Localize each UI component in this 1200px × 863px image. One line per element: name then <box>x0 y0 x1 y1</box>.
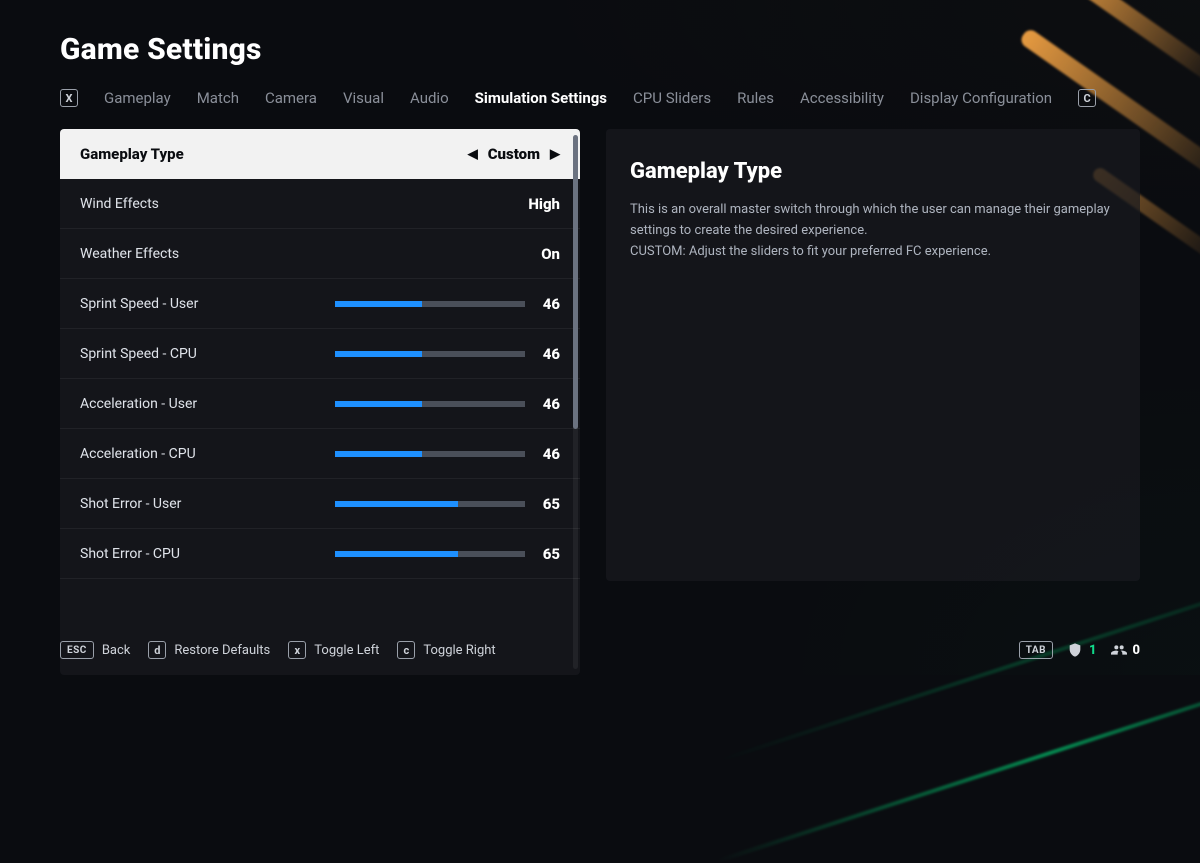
tab-rules[interactable]: Rules <box>737 89 774 107</box>
footer-tab-key[interactable]: TAB <box>1019 641 1053 659</box>
settings-scrollbar[interactable] <box>573 135 578 669</box>
slider-fill <box>335 351 422 357</box>
footer-hint-toggle-left[interactable]: x Toggle Left <box>288 641 379 659</box>
setting-label: Acceleration - CPU <box>80 446 196 462</box>
setting-value: ◀Custom▶ <box>468 145 560 163</box>
footer-hint-toggle-right[interactable]: c Toggle Right <box>397 641 495 659</box>
tab-audio[interactable]: Audio <box>410 89 449 107</box>
page-title: Game Settings <box>60 32 1140 67</box>
footer-hint-label: Restore Defaults <box>174 643 270 658</box>
setting-value: 65 <box>543 495 560 513</box>
slider-track[interactable] <box>335 401 525 407</box>
slider-fill <box>335 501 459 507</box>
setting-label: Wind Effects <box>80 196 159 212</box>
footer-hint-back[interactable]: ESC Back <box>60 641 130 659</box>
footer-hint-label: Toggle Right <box>423 643 495 658</box>
slider-track[interactable] <box>335 551 525 557</box>
slider-track[interactable] <box>335 351 525 357</box>
footer-bar: ESC Back d Restore Defaults x Toggle Left c Tog… <box>0 625 1200 675</box>
tab-simulation-settings[interactable]: Simulation Settings <box>475 89 607 107</box>
keycap: d <box>148 641 166 659</box>
footer-count-b: 0 <box>1133 643 1141 658</box>
keycap: c <box>397 641 415 659</box>
cycle-left-icon[interactable]: ◀ <box>468 147 478 162</box>
tabs-prev-key[interactable]: X <box>60 89 78 107</box>
setting-row-sprint-speed-cpu[interactable]: Sprint Speed - CPU 46 <box>60 329 580 379</box>
setting-label: Sprint Speed - CPU <box>80 346 197 362</box>
setting-row-shot-error-user[interactable]: Shot Error - User 65 <box>60 479 580 529</box>
setting-row-acceleration-user[interactable]: Acceleration - User 46 <box>60 379 580 429</box>
slider-fill <box>335 551 459 557</box>
tabs-next-key[interactable]: C <box>1078 89 1096 107</box>
tab-visual[interactable]: Visual <box>343 89 384 107</box>
setting-row-wind-effects[interactable]: Wind Effects High <box>60 179 580 229</box>
settings-panel: Gameplay Type ◀Custom▶ Wind Effects High Wea… <box>60 129 580 675</box>
setting-row-shot-error-cpu[interactable]: Shot Error - CPU 65 <box>60 529 580 579</box>
setting-label: Acceleration - User <box>80 396 197 412</box>
slider-track[interactable] <box>335 301 525 307</box>
slider-track[interactable] <box>335 451 525 457</box>
keycap: x <box>288 641 306 659</box>
setting-value: 65 <box>543 545 560 563</box>
setting-value: 46 <box>543 445 560 463</box>
setting-value: High <box>528 195 560 213</box>
setting-value: 46 <box>543 295 560 313</box>
setting-value: On <box>541 245 560 263</box>
setting-label: Shot Error - User <box>80 496 181 512</box>
keycap: ESC <box>60 641 94 659</box>
tab-camera[interactable]: Camera <box>265 89 317 107</box>
setting-value: 46 <box>543 395 560 413</box>
scrollbar-thumb[interactable] <box>573 135 578 429</box>
footer-hint-restore-defaults[interactable]: d Restore Defaults <box>148 641 270 659</box>
tab-display-configuration[interactable]: Display Configuration <box>910 89 1052 107</box>
setting-label: Gameplay Type <box>80 145 184 163</box>
footer-hint-label: Toggle Left <box>314 643 379 658</box>
tabs-bar: X Gameplay Match Camera Visual Audio Simulati… <box>60 89 1140 107</box>
detail-text-1: This is an overall master switch through… <box>630 200 1110 242</box>
cycle-right-icon[interactable]: ▶ <box>550 147 560 162</box>
setting-label: Weather Effects <box>80 246 179 262</box>
setting-row-acceleration-cpu[interactable]: Acceleration - CPU 46 <box>60 429 580 479</box>
setting-value: 46 <box>543 345 560 363</box>
setting-row-weather-effects[interactable]: Weather Effects On <box>60 229 580 279</box>
tab-gameplay[interactable]: Gameplay <box>104 89 171 107</box>
setting-row-sprint-speed-user[interactable]: Sprint Speed - User 46 <box>60 279 580 329</box>
setting-label: Shot Error - CPU <box>80 546 180 562</box>
detail-heading: Gameplay Type <box>630 159 1116 184</box>
setting-row-gameplay-type[interactable]: Gameplay Type ◀Custom▶ <box>60 129 580 179</box>
slider-fill <box>335 401 422 407</box>
slider-fill <box>335 301 422 307</box>
setting-label: Sprint Speed - User <box>80 296 198 312</box>
detail-text-2: CUSTOM: Adjust the sliders to fit your p… <box>630 242 1110 263</box>
tab-match[interactable]: Match <box>197 89 239 107</box>
footer-count-a: 1 <box>1089 643 1097 658</box>
detail-panel: Gameplay Type This is an overall master … <box>606 129 1140 581</box>
people-icon <box>1111 642 1127 658</box>
tab-accessibility[interactable]: Accessibility <box>800 89 884 107</box>
slider-track[interactable] <box>335 501 525 507</box>
tab-cpu-sliders[interactable]: CPU Sliders <box>633 89 711 107</box>
slider-fill <box>335 451 422 457</box>
shield-icon <box>1067 642 1083 658</box>
footer-hint-label: Back <box>102 643 131 658</box>
